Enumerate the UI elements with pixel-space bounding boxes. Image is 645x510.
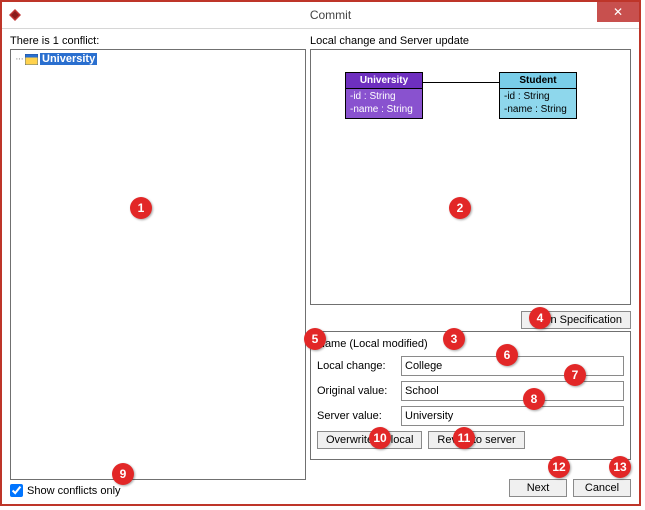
conflict-section-title: Name (Local modified) <box>317 338 624 350</box>
uml-class-name: University <box>346 73 422 89</box>
local-change-input[interactable] <box>401 356 624 376</box>
open-specification-button[interactable]: Open Specification <box>521 311 631 329</box>
close-button[interactable]: ✕ <box>597 2 639 22</box>
overwrite-by-local-button[interactable]: Overwrite by local <box>317 431 422 449</box>
conflict-tree[interactable]: ··· University <box>10 49 306 480</box>
uml-attr: -id : String <box>504 91 572 104</box>
uml-class-student[interactable]: Student -id : String -name : String <box>499 72 577 119</box>
tree-item-label: University <box>40 53 97 65</box>
conflict-detail-section: Name (Local modified) Local change: Orig… <box>310 331 631 460</box>
titlebar: Commit ✕ <box>2 2 639 29</box>
diagram-panel: University -id : String -name : String S… <box>310 49 631 305</box>
uml-class-name: Student <box>500 73 576 89</box>
original-value-label: Original value: <box>317 385 397 397</box>
diagram-panel-label: Local change and Server update <box>310 35 631 47</box>
server-value-label: Server value: <box>317 410 397 422</box>
tree-connector-icon: ··· <box>15 53 23 65</box>
local-change-label: Local change: <box>317 360 397 372</box>
uml-association[interactable] <box>422 82 499 83</box>
revert-to-server-button[interactable]: Revert to server <box>428 431 524 449</box>
class-icon <box>25 54 38 65</box>
cancel-button[interactable]: Cancel <box>573 479 631 497</box>
show-conflicts-only-checkbox[interactable] <box>10 484 23 497</box>
tree-item-university[interactable]: ··· University <box>15 53 97 65</box>
next-button[interactable]: Next <box>509 479 567 497</box>
original-value-input[interactable] <box>401 381 624 401</box>
uml-attr: -name : String <box>504 104 572 117</box>
conflict-count-label: There is 1 conflict: <box>10 35 306 47</box>
uml-class-university[interactable]: University -id : String -name : String <box>345 72 423 119</box>
window-title: Commit <box>22 8 639 22</box>
uml-attr: -name : String <box>350 104 418 117</box>
close-icon: ✕ <box>613 5 623 19</box>
app-icon <box>8 8 22 22</box>
show-conflicts-only-label: Show conflicts only <box>27 485 121 497</box>
uml-attr: -id : String <box>350 91 418 104</box>
server-value-input[interactable] <box>401 406 624 426</box>
